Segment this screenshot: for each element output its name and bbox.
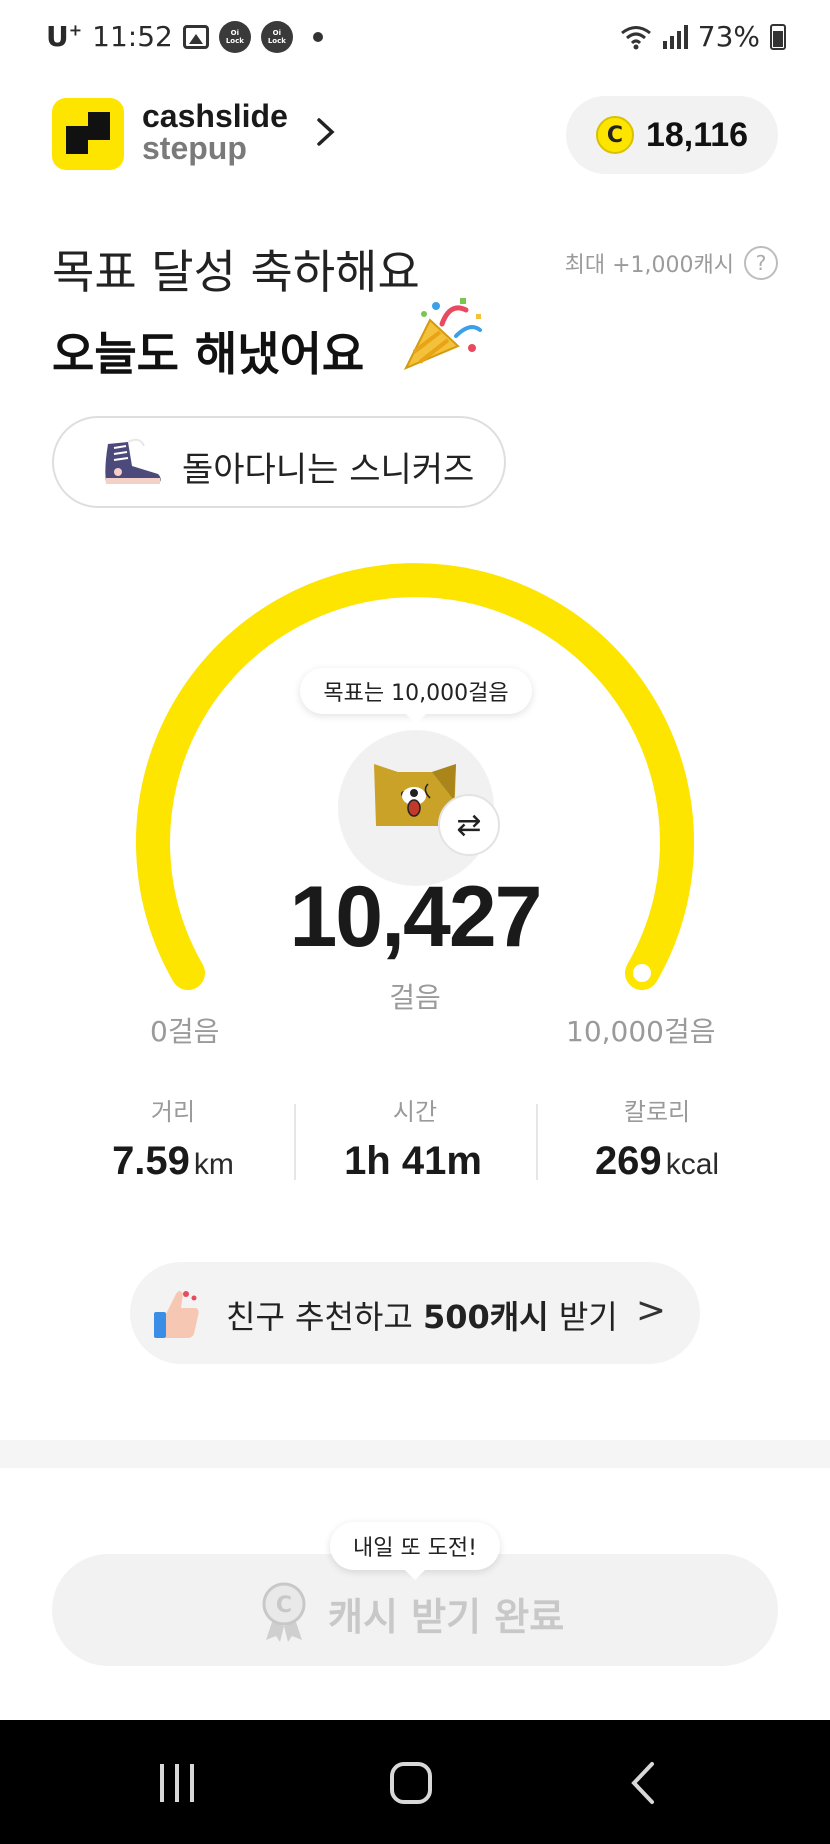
stat-unit: km [193,1148,234,1181]
lock-app-icon: Oi Lock [218,20,251,53]
status-left: U+ 11:52 Oi Lock Oi Lock [46,20,323,53]
referral-text: 친구 추천하고 500캐시 받기 [226,1298,618,1336]
step-unit: 걸음 [389,981,441,1014]
battery-icon [770,23,786,50]
brand-line-1: cashslide [142,98,288,134]
max-reward-info[interactable]: 최대 +1,000캐시 ? [565,246,778,280]
wifi-icon [620,25,651,49]
thumbs-up-icon [154,1291,199,1338]
cashslide-logo-icon[interactable] [52,98,124,170]
brand-name[interactable]: cashslide stepup [142,100,288,164]
stat-time: 시간 1h 41m [294,1092,536,1192]
stat-value: 1h 41m [344,1139,482,1183]
recent-apps-icon[interactable] [158,1764,198,1804]
stat-calories: 칼로리 269 kcal [536,1092,778,1192]
sneaker-icon [105,438,161,484]
chevron-right-icon[interactable] [314,114,338,150]
app-header: cashslide stepup C 18,116 [52,96,778,176]
carrier: U+ [46,20,83,53]
chevron-right-icon: > [635,1290,666,1331]
gauge-min-label: 0걸음 [150,1015,220,1048]
status-time: 11:52 [92,20,173,53]
help-icon[interactable]: ? [744,246,778,280]
notification-dot-icon [312,31,323,42]
system-nav-bar [0,1720,830,1844]
lock-app-icon: Oi Lock [260,20,293,53]
stat-label: 칼로리 [623,1098,691,1126]
referral-button[interactable]: 친구 추천하고 500캐시 받기 > [130,1262,700,1364]
stat-label: 시간 [392,1098,438,1126]
hero-title-line-1: 목표 달성 축하해요 [52,245,420,299]
claim-label: 캐시 받기 완료 [328,1595,565,1639]
coin-icon: C [595,116,634,154]
stat-value: 7.59 [112,1139,190,1183]
stat-unit: kcal [665,1148,720,1181]
cash-balance: 18,116 [645,115,749,154]
battery-percent: 73% [697,20,760,53]
brand-line-2: stepup [142,130,247,166]
status-bar: U+ 11:52 Oi Lock Oi Lock 73% [0,0,830,78]
max-reward-text: 최대 +1,000캐시 [564,253,734,278]
cash-balance-button[interactable]: C 18,116 [566,96,778,174]
tomorrow-bubble: 내일 또 도전! [330,1522,500,1580]
badge-label: 돌아다니는 스니커즈 [182,450,475,490]
gauge-max-label: 10,000걸음 [566,1015,716,1048]
section-divider [0,1440,830,1468]
activity-stats: 거리 7.59 km 시간 1h 41m 칼로리 269 kcal [52,1092,778,1192]
home-icon[interactable] [390,1762,432,1804]
status-right: 73% [620,20,786,53]
gallery-icon [182,24,209,49]
svg-text:C: C [276,1593,292,1618]
step-count: 10,427 [289,869,542,965]
party-popper-icon [403,298,482,370]
badge-chip[interactable]: 돌아다니는 스니커즈 [52,416,506,508]
stat-distance: 거리 7.59 km [52,1092,294,1192]
cash-medal-icon: C [262,1582,306,1642]
goal-bubble: 목표는 10,000걸음 [300,668,532,724]
swap-character-button[interactable]: ⇄ [438,794,500,856]
back-icon[interactable] [628,1758,658,1808]
stat-label: 거리 [150,1098,196,1126]
hero-title-line-2: 오늘도 해냈어요 [52,327,365,381]
signal-icon [662,24,688,49]
stat-value: 269 [594,1139,662,1183]
